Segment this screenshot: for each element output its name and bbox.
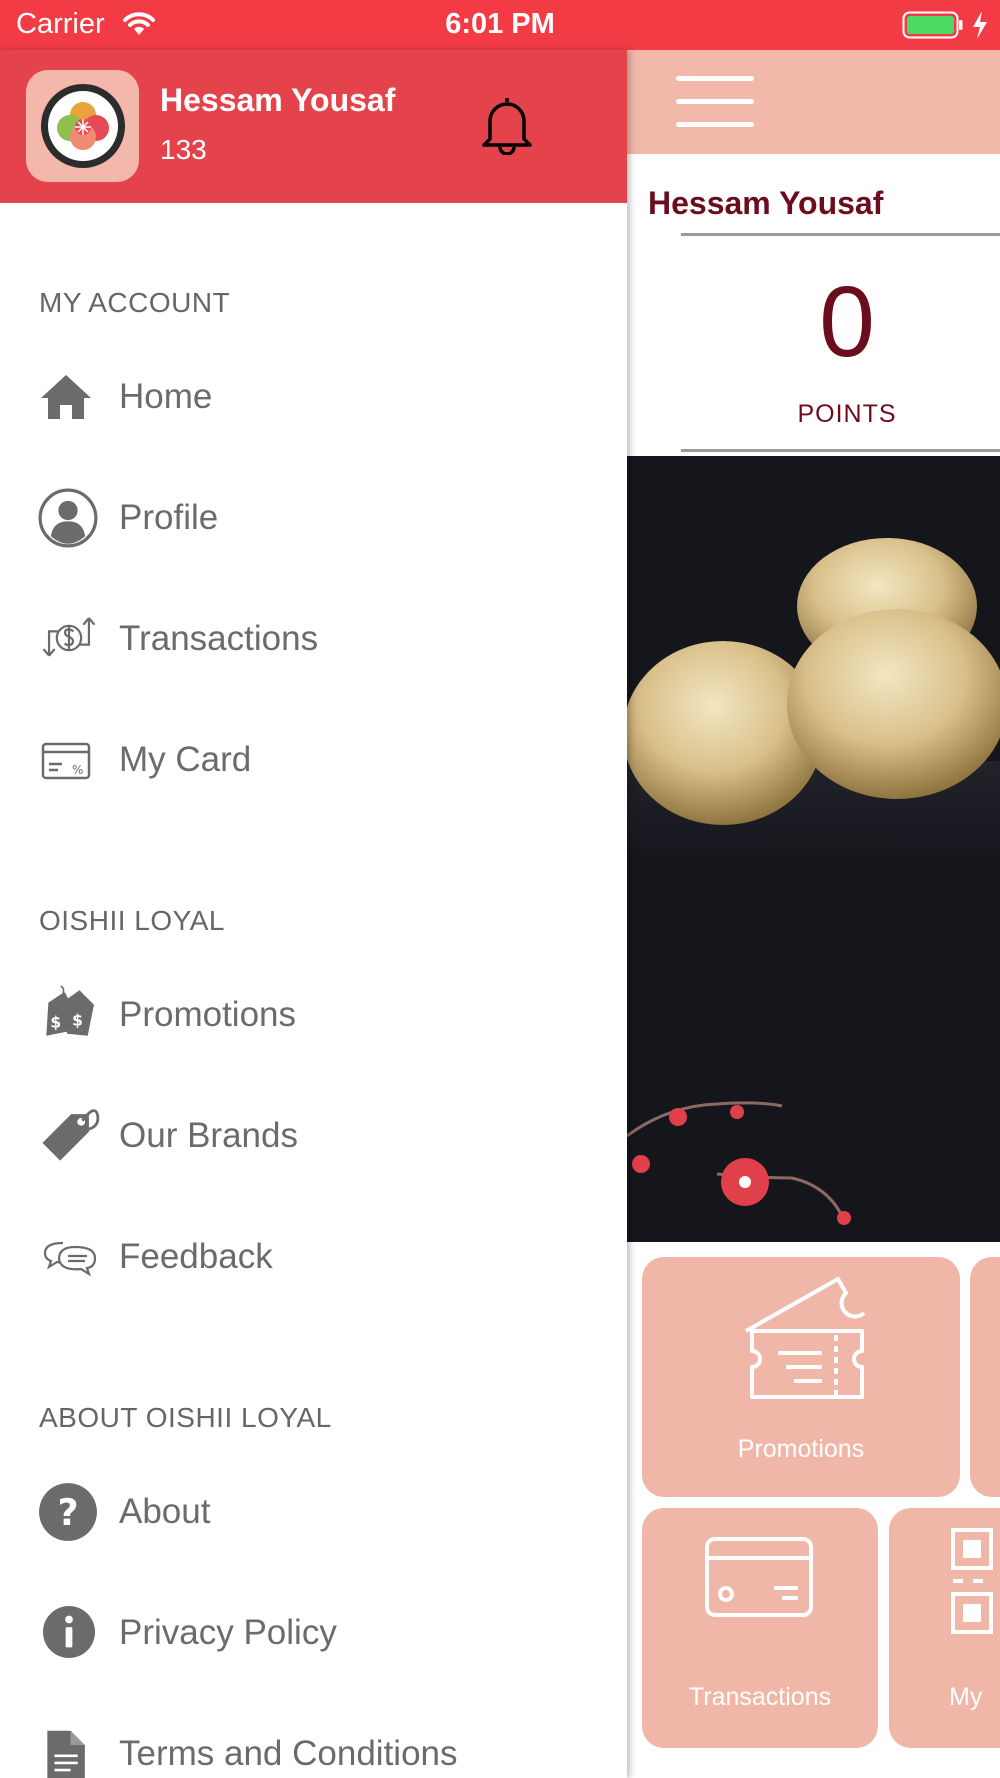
- svg-text:$: $: [50, 1014, 61, 1032]
- home-screen: Hessam Yousaf 0 POINTS Promotions Transa…: [627, 50, 1000, 1778]
- chat-bubbles-icon: [43, 1241, 97, 1277]
- menu-item-label: Transactions: [119, 619, 319, 658]
- menu-item-label: My Card: [119, 740, 252, 779]
- drawer-user-points: 133: [160, 134, 207, 165]
- menu-item-home[interactable]: Home: [0, 357, 627, 437]
- credit-card-icon: [705, 1537, 813, 1617]
- menu-item-label: Feedback: [119, 1237, 273, 1276]
- divider: [681, 449, 1000, 452]
- svg-text:?: ?: [57, 1491, 78, 1534]
- menu-item-transactions[interactable]: Transactions: [0, 599, 627, 679]
- transactions-tile[interactable]: Transactions: [642, 1508, 878, 1748]
- points-value: 0: [819, 266, 875, 378]
- drawer-header: Hessam Yousaf 133: [0, 50, 627, 203]
- menu-item-promotions[interactable]: $ $ Promotions: [0, 975, 627, 1055]
- tile-label: My: [949, 1683, 983, 1711]
- ticket-icon: [745, 1277, 866, 1399]
- menu-item-label: Privacy Policy: [119, 1613, 337, 1652]
- menu-item-label: About: [119, 1492, 211, 1531]
- card-icon: %: [41, 742, 91, 780]
- avatar[interactable]: [26, 70, 139, 182]
- svg-text:%: %: [72, 763, 83, 777]
- qr-code-icon: [951, 1528, 993, 1634]
- tile-label: Transactions: [688, 1683, 832, 1711]
- main-nav-bar: [627, 50, 1000, 154]
- battery-icon: [902, 11, 963, 39]
- my-card-tile[interactable]: My: [889, 1508, 1000, 1748]
- svg-text:$: $: [72, 1011, 83, 1029]
- menu-item-label: Terms and Conditions: [119, 1734, 458, 1773]
- menu-item-my-card[interactable]: % My Card: [0, 720, 627, 800]
- side-drawer: Hessam Yousaf 133 MY ACCOUNT Home Profil…: [0, 50, 627, 1778]
- status-bar: Carrier 6:01 PM: [0, 0, 1000, 50]
- menu-item-about[interactable]: ? About: [0, 1472, 627, 1552]
- food-illustration: [627, 456, 1000, 1242]
- logo-icon: [41, 84, 125, 168]
- document-icon: [47, 1730, 85, 1778]
- drawer-user-name: Hessam Yousaf: [160, 82, 396, 118]
- tile-label: Promotions: [737, 1435, 865, 1463]
- bell-icon[interactable]: [478, 93, 536, 155]
- menu-item-label: Profile: [119, 498, 219, 537]
- transactions-icon: [42, 617, 96, 657]
- home-icon: [41, 375, 91, 419]
- menu-item-feedback[interactable]: Feedback: [0, 1217, 627, 1297]
- divider: [681, 233, 1000, 236]
- price-tags-icon: $ $: [46, 985, 94, 1036]
- promotions-tile[interactable]: Promotions: [642, 1257, 960, 1497]
- menu-item-privacy-policy[interactable]: Privacy Policy: [0, 1593, 627, 1673]
- menu-item-label: Home: [119, 377, 213, 416]
- menu-item-our-brands[interactable]: Our Brands: [0, 1096, 627, 1176]
- promo-food-image: [627, 456, 1000, 1242]
- tag-icon: [42, 1109, 100, 1161]
- menu-item-terms[interactable]: Terms and Conditions: [0, 1714, 627, 1778]
- status-time: 6:01 PM: [445, 8, 555, 40]
- menu-item-label: Promotions: [119, 995, 297, 1034]
- question-icon: ?: [39, 1483, 97, 1541]
- section-title-oishii-loyal: OISHII LOYAL: [39, 905, 225, 936]
- profile-icon: [38, 488, 98, 548]
- section-title-my-account: MY ACCOUNT: [39, 287, 231, 318]
- hamburger-menu-icon[interactable]: [676, 76, 754, 128]
- charging-icon: [973, 11, 987, 39]
- menu-item-profile[interactable]: Profile: [0, 478, 627, 558]
- section-title-about: ABOUT OISHII LOYAL: [39, 1402, 332, 1433]
- menu-item-label: Our Brands: [119, 1116, 298, 1155]
- info-icon: [42, 1605, 96, 1659]
- tile-partial[interactable]: [970, 1257, 1000, 1497]
- points-label: POINTS: [797, 400, 897, 428]
- member-name: Hessam Yousaf: [648, 185, 884, 221]
